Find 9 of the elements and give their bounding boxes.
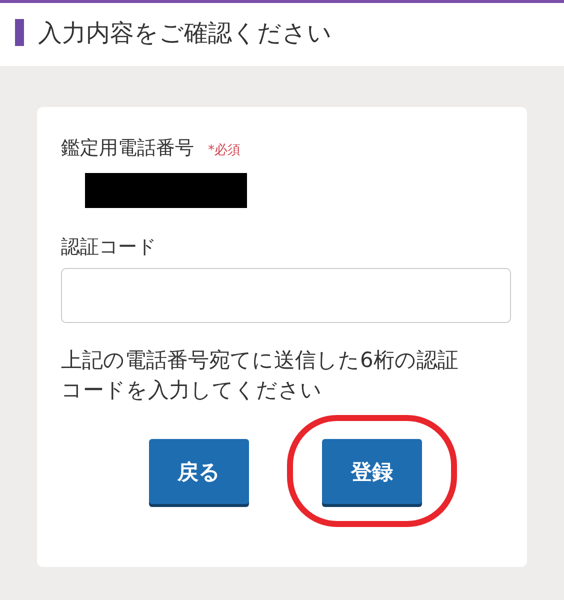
code-input-field[interactable] [61, 268, 511, 323]
page-title: 入力内容をご確認ください [38, 18, 332, 48]
field-label: 認証コード [61, 235, 157, 260]
form-button[interactable]: 戻る [149, 439, 249, 504]
form-button[interactable]: 登録 [322, 439, 422, 504]
field-label: 鑑定用電話番号 [61, 136, 194, 161]
heading-accent-bar [15, 19, 24, 46]
help-text: 上記の電話番号宛てに送信した6桁の認証コードを入力してください [61, 347, 460, 404]
required-mark: *必須 [208, 142, 240, 159]
